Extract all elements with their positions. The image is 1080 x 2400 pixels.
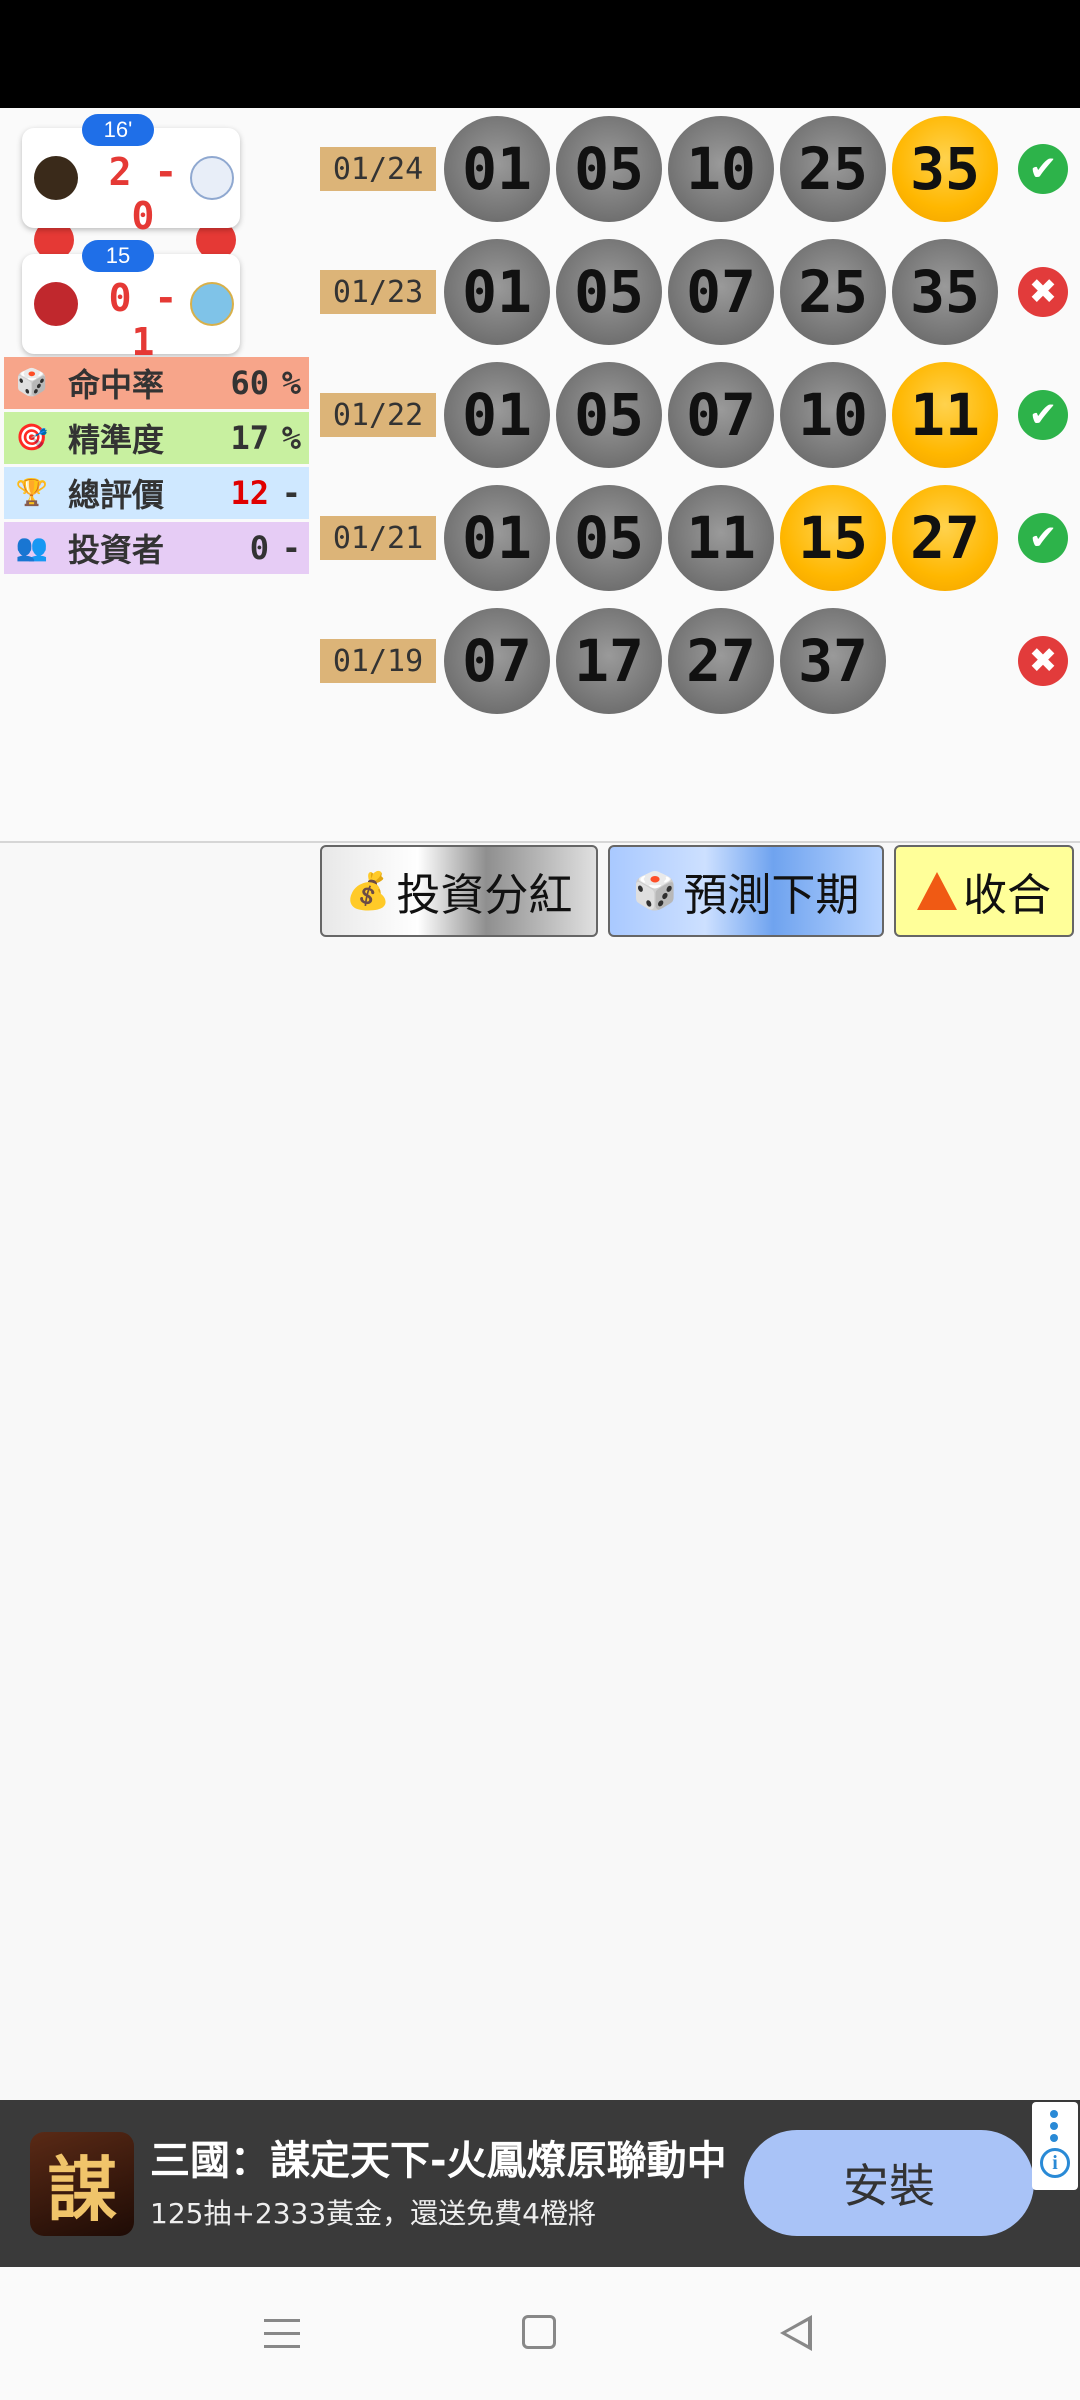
trophy-icon: 🏆 [15,478,49,508]
number-ball: 07 [668,239,774,345]
match-score: 2 - 0 [108,150,178,238]
stat-label: 投資者 [68,531,165,569]
hit-number-ball: 27 [892,485,998,591]
hit-number-ball: 15 [780,485,886,591]
ad-subtitle: 125抽+2333黃金，還送免費4橙將 [150,2197,596,2230]
number-ball: 01 [444,116,550,222]
away-team-logo-icon [190,282,234,326]
draw-date: 01/19 [320,639,436,683]
draw-date: 01/23 [320,270,436,314]
draw-row: 01/22 01 05 07 10 11 ✔ [320,360,1068,470]
number-ball: 37 [780,608,886,714]
number-ball: 35 [892,239,998,345]
stat-unit: - [281,474,301,512]
number-ball: 07 [668,362,774,468]
draw-row: 01/19 07 17 27 37 ✖ [320,606,1068,716]
stat-unit: % [281,364,301,402]
check-icon: ✔ [1018,390,1068,440]
empty-ball-slot [892,608,998,714]
more-options-icon [1050,2110,1058,2146]
coins-icon: 💰 [345,871,391,912]
draw-row: 01/23 01 05 07 25 35 ✖ [320,237,1068,347]
number-ball: 11 [668,485,774,591]
invest-dividend-button[interactable]: 💰 投資分紅 [320,845,598,937]
draw-row: 01/21 01 05 11 15 27 ✔ [320,483,1068,593]
status-bar [0,0,1080,108]
back-icon[interactable] [780,2315,812,2351]
ad-title: 三國：謀定天下-火鳳燎原聯動中 [150,2138,727,2184]
cross-icon: ✖ [1018,267,1068,317]
check-icon: ✔ [1018,144,1068,194]
home-team-logo-icon [34,282,78,326]
number-ball: 01 [444,362,550,468]
collapse-label: 收合 [963,870,1051,921]
check-icon: ✔ [1018,513,1068,563]
number-ball: 05 [556,362,662,468]
live-score-card[interactable]: 16' 2 - 0 [22,114,240,238]
draw-date: 01/24 [320,147,436,191]
number-ball: 07 [444,608,550,714]
home-icon[interactable] [522,2315,556,2349]
info-icon: i [1040,2148,1070,2178]
number-ball: 05 [556,239,662,345]
number-ball: 10 [780,362,886,468]
stats-list: 🎲 命中率 60 % 🎯 精準度 17 % 🏆 總評價 12 - 👥 投資者 0… [4,357,309,577]
draw-date: 01/21 [320,516,436,560]
prediction-panel: 16' 2 - 0 15 0 - 1 🎲 命中率 60 % 🎯 精準度 17 %… [0,108,1080,937]
number-ball: 10 [668,116,774,222]
away-team-logo-icon [190,156,234,200]
draw-date: 01/22 [320,393,436,437]
match-minute: 15 [82,240,154,272]
number-ball: 27 [668,608,774,714]
number-ball: 17 [556,608,662,714]
install-button[interactable]: 安裝 [744,2130,1034,2236]
stat-hit-rate: 🎲 命中率 60 % [4,357,309,409]
game-app-icon: 謀 [30,2132,134,2236]
system-nav-bar [0,2267,1080,2400]
cross-icon: ✖ [1018,636,1068,686]
stat-investors: 👥 投資者 0 - [4,522,309,574]
stat-precision: 🎯 精準度 17 % [4,412,309,464]
predict-next-button[interactable]: 🎲 預測下期 [608,845,884,937]
stat-overall-rating: 🏆 總評價 12 - [4,467,309,519]
stat-value: 12 [230,474,269,512]
ad-info-icon[interactable]: i [1032,2102,1078,2190]
home-team-logo-icon [34,156,78,200]
triangle-up-icon [917,872,957,910]
predict-next-label: 預測下期 [683,870,860,921]
dice-icon: 🎲 [632,871,678,912]
number-ball: 25 [780,239,886,345]
number-ball: 01 [444,239,550,345]
stat-unit: % [281,419,301,457]
collapse-button[interactable]: 收合 [894,845,1074,937]
hit-number-ball: 11 [892,362,998,468]
stat-label: 精準度 [68,421,165,459]
stat-value: 0 [249,529,269,567]
stat-label: 命中率 [68,366,165,404]
draw-row: 01/24 01 05 10 25 35 ✔ [320,114,1068,224]
dice-icon: 🎲 [15,368,49,398]
stat-label: 總評價 [68,476,165,514]
ad-banner[interactable]: 謀 三國：謀定天下-火鳳燎原聯動中 125抽+2333黃金，還送免費4橙將 安裝… [0,2100,1080,2267]
number-ball: 01 [444,485,550,591]
target-icon: 🎯 [15,423,49,453]
investors-icon: 👥 [15,533,49,563]
recent-apps-icon[interactable] [264,2319,300,2358]
stat-unit: - [281,529,301,567]
action-buttons: 💰 投資分紅 🎲 預測下期 收合 [320,845,1080,937]
live-score-card[interactable]: 15 0 - 1 [22,240,240,364]
hit-number-ball: 35 [892,116,998,222]
match-minute: 16' [82,114,154,146]
number-ball: 05 [556,485,662,591]
number-ball: 05 [556,116,662,222]
stat-value: 17 [230,419,269,457]
match-score: 0 - 1 [108,276,178,364]
number-ball: 25 [780,116,886,222]
invest-dividend-label: 投資分紅 [396,870,573,921]
stat-value: 60 [230,364,269,402]
